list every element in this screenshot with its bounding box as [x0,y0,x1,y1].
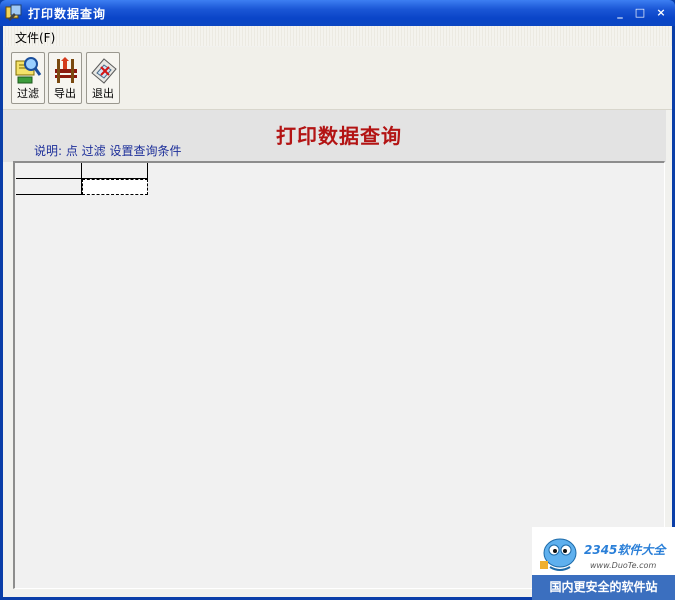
magnifier-icon [15,57,42,84]
app-icon [5,4,22,21]
export-icon [55,57,77,83]
filter-label: 过滤 [17,87,39,100]
exit-button[interactable]: 退出 [86,52,120,104]
watermark-url: www.DuoTe.com [590,561,657,570]
grid-row-header[interactable] [16,179,82,195]
toolbar: 过滤 导出 退出 [3,47,672,110]
watermark: 2345软件大全 www.DuoTe.com 国内更安全的软件站 [532,527,675,600]
filter-button[interactable]: 过滤 [11,52,45,104]
app-window: 打印数据查询 _ □ × 文件(F) 过滤 导出 退出 打印数据查询 说明: 点… [0,0,675,600]
menu-file[interactable]: 文件(F) [15,29,55,46]
window-title: 打印数据查询 [28,7,107,21]
data-grid[interactable] [13,161,665,589]
watermark-brand: 2345软件大全 [584,543,666,557]
mascot-icon [540,538,577,571]
maximize-button[interactable]: □ [631,4,649,22]
minimize-button[interactable]: _ [611,4,629,22]
export-button[interactable]: 导出 [48,52,82,104]
title-bar[interactable]: 打印数据查询 _ □ × [0,0,675,26]
grid-column-header[interactable] [82,163,148,179]
hint-text: 说明: 点 过滤 设置查询条件 [34,144,182,158]
client-area: 文件(F) 过滤 导出 退出 打印数据查询 说明: 点 过滤 设置查询条件 [3,26,672,597]
exit-label: 退出 [92,87,114,100]
menu-bar: 文件(F) [3,26,672,46]
close-button[interactable]: × [652,4,670,22]
grid-cell-selected[interactable] [82,179,148,195]
watermark-footer: 国内更安全的软件站 [532,575,675,600]
export-label: 导出 [54,87,76,100]
page-title: 打印数据查询 [276,124,402,148]
exit-icon [91,58,117,84]
grid-header-corner [16,163,82,179]
